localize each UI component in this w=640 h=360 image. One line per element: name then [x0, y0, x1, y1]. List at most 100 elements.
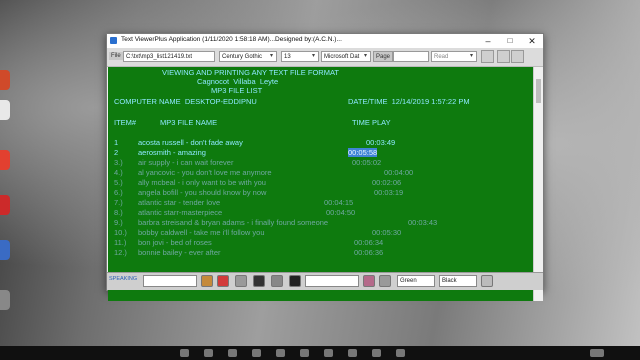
col-file-header: MP3 FILE NAME — [160, 118, 218, 127]
row-time: 00:06:36 — [354, 248, 384, 257]
row-num: 7.) — [114, 198, 123, 207]
record-button[interactable] — [217, 275, 229, 287]
speak-button[interactable] — [201, 275, 213, 287]
text-content-area[interactable]: VIEWING AND PRINTING ANY TEXT FILE FORMA… — [108, 67, 533, 301]
chevron-down-icon: ▾ — [311, 53, 315, 59]
taskbar-app-icon[interactable] — [300, 349, 309, 357]
row-num: 2 — [114, 148, 119, 157]
search-field[interactable] — [305, 275, 359, 287]
font-select[interactable]: Century Gothic ▾ — [219, 51, 277, 62]
speaking-label: SPEAKING — [109, 276, 138, 282]
page-label: Page — [373, 51, 394, 62]
date-time: DATE/TIME 12/14/2019 1:57:22 PM — [348, 97, 470, 106]
row-name: angela bofill - you should know by now — [138, 188, 267, 197]
row-time: 00:04:00 — [384, 168, 414, 177]
row-num: 11.) — [114, 238, 127, 247]
row-num: 4.) — [114, 168, 123, 177]
row-time: 00:06:34 — [354, 238, 384, 247]
back-button[interactable] — [235, 275, 247, 287]
size-select[interactable]: 13 ▾ — [281, 51, 319, 62]
text-color-value: Green — [400, 278, 417, 284]
row-time-selected: 00:05:58 — [348, 148, 378, 157]
header-line2: Cagnocot Villaba Leyte — [197, 77, 279, 86]
row-num: 8.) — [114, 208, 123, 217]
row-num: 9.) — [114, 218, 123, 227]
row-name: air supply - i can wait forever — [138, 158, 234, 167]
text-viewer-window: Text ViewerPlus Application (1/11/2020 1… — [106, 33, 544, 301]
row-num: 3.) — [114, 158, 123, 167]
row-name: atlantic star - tender love — [138, 198, 221, 207]
settings-button[interactable] — [481, 275, 493, 287]
stop-button[interactable] — [289, 275, 301, 287]
forward-button[interactable] — [271, 275, 283, 287]
file-path-field[interactable]: C:\txt\mp3_list121419.txt — [123, 51, 215, 62]
font2-select[interactable]: Microsoft Dat ▾ — [321, 51, 371, 62]
chevron-down-icon: ▾ — [269, 53, 273, 59]
window-title: Text ViewerPlus Application (1/11/2020 1… — [121, 36, 342, 43]
row-name: bonnie bailey - ever after — [138, 248, 221, 257]
desktop-file-icon[interactable] — [0, 100, 10, 120]
bg-color-value: Black — [442, 278, 457, 284]
row-name: bobby caldwell - take me i'll follow you — [138, 228, 265, 237]
row-name: al yancovic - you don't love me anymore — [138, 168, 272, 177]
taskbar-app-icon[interactable] — [252, 349, 261, 357]
taskbar-app-icon[interactable] — [372, 349, 381, 357]
desktop-browser-icon[interactable] — [0, 150, 10, 170]
page-next-button[interactable] — [497, 50, 510, 63]
chevron-down-icon: ▾ — [363, 53, 367, 59]
row-time: 00:04:50 — [326, 208, 356, 217]
desktop-shortcut-icon[interactable] — [0, 290, 10, 310]
page-prev-button[interactable] — [481, 50, 494, 63]
toolbar: File C:\txt\mp3_list121419.txt Century G… — [107, 48, 543, 67]
mode-select[interactable]: Read ▾ — [431, 51, 477, 62]
text-color-select[interactable]: Green — [397, 275, 435, 287]
taskbar-app-icon[interactable] — [276, 349, 285, 357]
computer-name: COMPUTER NAME DESKTOP-EDDIPNU — [114, 97, 257, 106]
desktop-media-icon[interactable] — [0, 195, 10, 215]
chevron-down-icon: ▾ — [469, 53, 473, 59]
maximize-button[interactable]: □ — [499, 34, 521, 48]
color-picker-button[interactable] — [379, 275, 391, 287]
app-icon — [110, 37, 117, 44]
row-time: 00:05:30 — [372, 228, 402, 237]
title-bar[interactable]: Text ViewerPlus Application (1/11/2020 1… — [107, 34, 543, 48]
taskbar-app-icon[interactable] — [324, 349, 333, 357]
bg-color-select[interactable]: Black — [439, 275, 477, 287]
row-num: 10.) — [114, 228, 127, 237]
refresh-button[interactable] — [511, 50, 524, 63]
row-time: 00:03:19 — [374, 188, 404, 197]
row-num: 6.) — [114, 188, 123, 197]
row-num: 12.) — [114, 248, 127, 257]
close-button[interactable]: ✕ — [521, 34, 543, 48]
row-time: 00:03:43 — [408, 218, 438, 227]
row-num: 1 — [114, 138, 119, 147]
speak-field[interactable] — [143, 275, 197, 287]
vertical-scrollbar[interactable] — [533, 67, 543, 301]
taskbar-app-icon[interactable] — [228, 349, 237, 357]
row-name: barbra streisand & bryan adams - i final… — [138, 218, 329, 227]
taskbar-app-icon[interactable] — [180, 349, 189, 357]
desktop-app-icon[interactable] — [0, 70, 10, 90]
page-field[interactable] — [393, 51, 429, 62]
col-time-header: TIME PLAY — [352, 118, 391, 127]
pause-button[interactable] — [253, 275, 265, 287]
col-item-header: ITEM# — [114, 118, 137, 127]
header-line1: VIEWING AND PRINTING ANY TEXT FILE FORMA… — [162, 68, 339, 77]
go-button[interactable] — [363, 275, 375, 287]
taskbar — [0, 346, 640, 360]
row-name: aerosmith - amazing — [138, 148, 206, 157]
taskbar-app-icon[interactable] — [204, 349, 213, 357]
font2-value: Microsoft Dat — [324, 54, 360, 60]
file-label: File — [109, 52, 123, 60]
row-name: atlantic starr-masterpiece — [138, 208, 223, 217]
row-time: 00:05:02 — [352, 158, 382, 167]
scrollbar-thumb[interactable] — [536, 79, 541, 103]
minimize-button[interactable]: – — [477, 34, 499, 48]
row-time: 00:03:49 — [366, 138, 396, 147]
desktop-icons — [0, 0, 14, 346]
desktop-folder-icon[interactable] — [0, 240, 10, 260]
font-value: Century Gothic — [222, 54, 263, 60]
taskbar-app-icon[interactable] — [396, 349, 405, 357]
taskbar-app-icon[interactable] — [348, 349, 357, 357]
system-tray-icon[interactable] — [590, 349, 604, 357]
